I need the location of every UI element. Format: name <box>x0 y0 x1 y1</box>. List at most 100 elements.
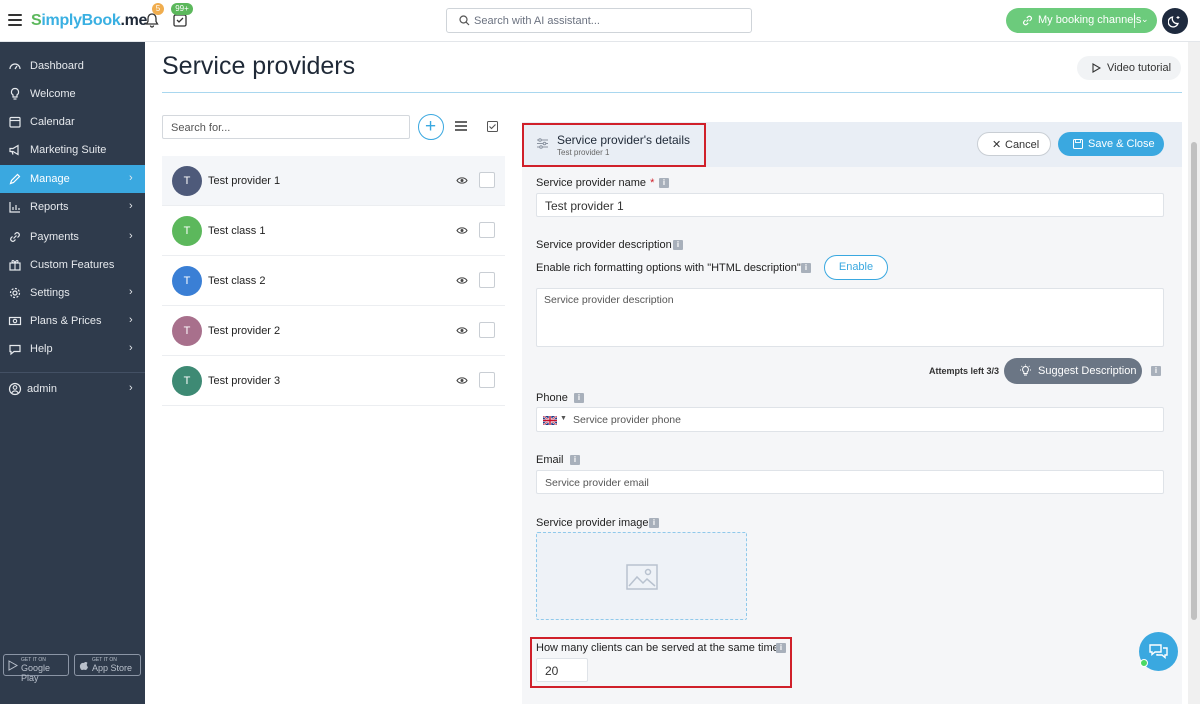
provider-checkbox[interactable] <box>479 222 495 238</box>
eye-icon[interactable] <box>456 376 468 385</box>
info-icon[interactable]: i <box>776 643 786 653</box>
chevron-right-icon: › <box>129 314 133 326</box>
description-field[interactable] <box>536 288 1164 347</box>
provider-checkbox[interactable] <box>479 172 495 188</box>
play-icon <box>1092 63 1101 73</box>
provider-checkbox[interactable] <box>479 322 495 338</box>
sidebar-item-payments[interactable]: Payments › <box>0 223 145 251</box>
ai-search-input[interactable] <box>474 12 744 29</box>
provider-name: Test class 2 <box>208 275 266 287</box>
description-label: Service provider description <box>536 239 672 251</box>
provider-name-input[interactable] <box>545 198 1155 213</box>
provider-name: Test provider 2 <box>208 325 281 337</box>
page-title: Service providers <box>162 52 356 80</box>
email-label: Email <box>536 454 564 466</box>
chevron-down-icon[interactable]: ⌄ <box>1141 14 1149 25</box>
chevron-right-icon: › <box>129 230 133 242</box>
cancel-button[interactable]: ✕ Cancel <box>977 132 1051 156</box>
details-title: Service provider's details <box>557 133 691 147</box>
eye-icon[interactable] <box>456 176 468 185</box>
info-icon[interactable]: i <box>649 518 659 528</box>
info-icon[interactable]: i <box>574 393 584 403</box>
app-store-badge[interactable]: GET IT ON App Store <box>74 654 141 676</box>
sidebar-item-custom-features[interactable]: Custom Features <box>0 251 145 279</box>
provider-checkbox[interactable] <box>479 272 495 288</box>
money-icon <box>8 316 22 326</box>
provider-name-field[interactable] <box>536 193 1164 217</box>
enable-html-button[interactable]: Enable <box>824 255 888 280</box>
info-icon[interactable]: i <box>1151 366 1161 376</box>
clients-field[interactable] <box>536 658 588 682</box>
phone-label: Phone <box>536 392 568 404</box>
google-play-badge[interactable]: GET IT ON Google Play <box>3 654 69 683</box>
save-close-button[interactable]: Save & Close <box>1058 132 1164 156</box>
uk-flag-icon[interactable] <box>543 416 557 425</box>
theme-toggle-button[interactable] <box>1162 8 1188 34</box>
info-icon[interactable]: i <box>659 178 669 188</box>
sidebar-item-help[interactable]: Help › <box>0 335 145 363</box>
provider-search-field[interactable] <box>162 115 410 139</box>
chat-icon <box>1149 644 1168 659</box>
search-icon <box>459 15 470 26</box>
sidebar-item-settings[interactable]: Settings › <box>0 279 145 307</box>
select-all-icon[interactable] <box>487 121 498 132</box>
provider-search-input[interactable] <box>171 120 403 135</box>
sliders-icon <box>537 138 548 149</box>
eye-icon[interactable] <box>456 276 468 285</box>
provider-name: Test provider 1 <box>208 175 281 187</box>
suggest-description-button[interactable]: Suggest Description <box>1004 358 1142 384</box>
caret-down-icon[interactable]: ▼ <box>560 415 567 422</box>
info-icon[interactable]: i <box>801 263 811 273</box>
lightbulb-icon <box>1020 364 1031 376</box>
apple-icon <box>79 662 88 670</box>
provider-row[interactable]: T Test provider 2 <box>162 306 505 356</box>
phone-field[interactable]: ▼ <box>536 407 1164 432</box>
menu-toggle-icon[interactable] <box>8 14 22 26</box>
provider-row[interactable]: T Test class 2 <box>162 256 505 306</box>
user-icon <box>8 382 22 396</box>
sidebar-item-dashboard[interactable]: Dashboard <box>0 52 145 80</box>
sidebar-item-marketing-suite[interactable]: Marketing Suite <box>0 136 145 164</box>
phone-input[interactable] <box>573 413 1153 427</box>
info-icon[interactable]: i <box>673 240 683 250</box>
provider-row[interactable]: T Test class 1 <box>162 206 505 256</box>
moon-icon <box>1168 16 1180 28</box>
megaphone-icon <box>9 144 19 156</box>
image-upload-dropzone[interactable] <box>536 532 747 620</box>
tasks-icon[interactable] <box>173 13 187 27</box>
ai-search-field[interactable] <box>446 8 752 33</box>
link-icon <box>10 232 20 242</box>
eye-icon[interactable] <box>456 326 468 335</box>
list-view-icon[interactable] <box>455 121 467 131</box>
notifications-badge: 5 <box>152 3 164 15</box>
provider-row[interactable]: T Test provider 3 <box>162 356 505 406</box>
email-input[interactable] <box>545 475 1155 490</box>
provider-row[interactable]: T Test provider 1 <box>162 156 505 206</box>
google-play-icon <box>8 660 18 671</box>
info-icon[interactable]: i <box>570 455 580 465</box>
scrollbar-thumb[interactable] <box>1191 142 1197 620</box>
attempts-counter: Attempts left 3/3 <box>929 366 1000 376</box>
page-scrollbar[interactable] <box>1188 42 1200 704</box>
bell-icon[interactable] <box>145 13 159 28</box>
sidebar-item-plans-prices[interactable]: Plans & Prices › <box>0 307 145 335</box>
sidebar-item-welcome[interactable]: Welcome <box>0 80 145 108</box>
sidebar-item-calendar[interactable]: Calendar <box>0 108 145 136</box>
sidebar-item-manage[interactable]: Manage › <box>0 165 145 193</box>
title-divider <box>162 92 1182 93</box>
clients-input[interactable] <box>545 663 585 678</box>
details-subtitle: Test provider 1 <box>557 148 610 157</box>
add-provider-button[interactable]: + <box>418 114 444 140</box>
sidebar-item-reports[interactable]: Reports › <box>0 193 145 221</box>
eye-icon[interactable] <box>456 226 468 235</box>
gear-icon <box>9 287 21 299</box>
app-logo[interactable]: SimplyBook.me <box>31 12 147 30</box>
chevron-right-icon: › <box>129 200 133 212</box>
provider-checkbox[interactable] <box>479 372 495 388</box>
sidebar-item-user[interactable]: admin › <box>0 375 145 403</box>
video-tutorial-button[interactable]: Video tutorial <box>1077 56 1181 80</box>
description-textarea[interactable] <box>544 294 1156 342</box>
calendar-icon <box>9 116 21 128</box>
email-field[interactable] <box>536 470 1164 494</box>
booking-channels-button[interactable]: My booking channels ⌄ <box>1006 8 1157 33</box>
